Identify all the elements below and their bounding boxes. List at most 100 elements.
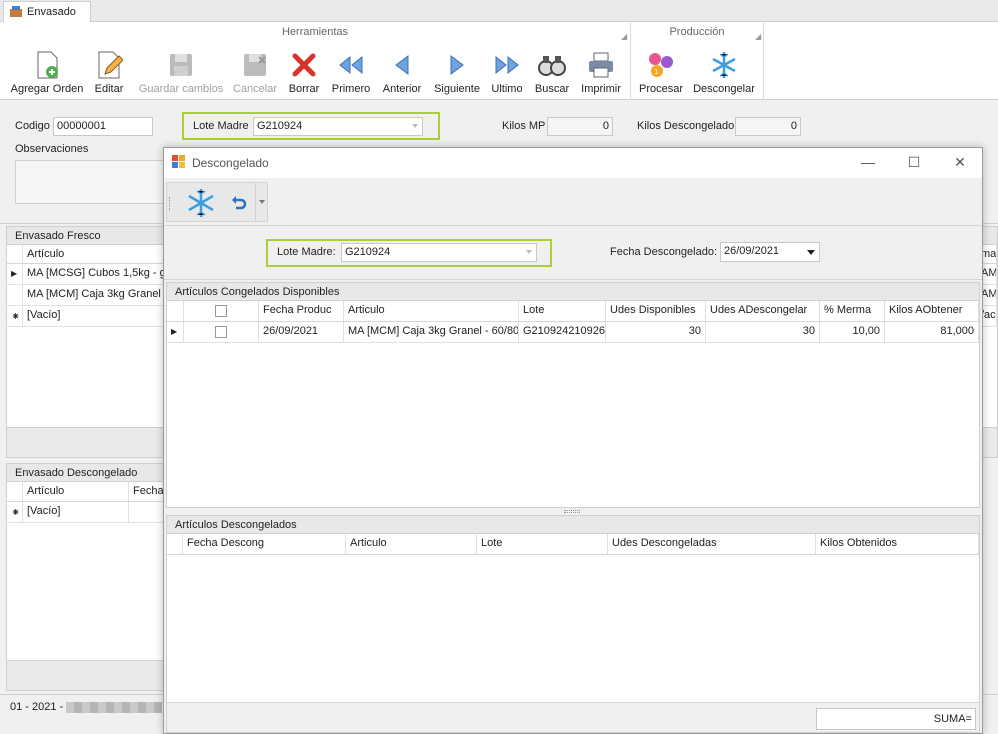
col-fecha-produc[interactable]: Fecha Produc	[259, 301, 344, 321]
previous-button[interactable]: Anterior	[378, 44, 426, 98]
snowflake-icon	[708, 49, 740, 81]
cell-articulo: MA [MCM] Caja 3kg Granel - 60/80	[344, 322, 519, 342]
chevron-down-icon[interactable]	[807, 250, 815, 255]
first-label: Primero	[331, 83, 371, 95]
col-udes-descongeladas[interactable]: Udes Descongeladas	[608, 534, 816, 554]
thawed-col-articulo[interactable]: Artículo	[23, 482, 129, 501]
col-udes-disponibles[interactable]: Udes Disponibles	[606, 301, 706, 321]
process-label: Procesar	[638, 83, 684, 95]
row-pointer-icon: ▶	[7, 264, 23, 284]
undo-button[interactable]	[229, 193, 247, 214]
col-kilos-aobtener[interactable]: Kilos AObtener	[885, 301, 979, 321]
available-panel-title: Artículos Congelados Disponibles	[167, 283, 979, 301]
new-row[interactable]: ⁕ [Vacío]	[7, 502, 165, 523]
splitter-grip[interactable]	[564, 510, 580, 513]
lote-madre-value: G210924	[257, 120, 303, 132]
chevron-down-icon[interactable]	[526, 250, 532, 254]
observaciones-field[interactable]	[15, 160, 165, 204]
cancel-save-icon	[239, 49, 271, 81]
status-text: 01 - 2021 -	[10, 701, 64, 713]
dialog-lote-value: G210924	[345, 246, 391, 258]
col-lote[interactable]: Lote	[477, 534, 608, 554]
edit-button[interactable]: Editar	[88, 44, 130, 98]
chevron-down-icon[interactable]	[412, 124, 418, 128]
last-label: Ultimo	[491, 83, 523, 95]
fresh-col-articulo[interactable]: Artículo	[23, 245, 183, 263]
fecha-descongelado-picker[interactable]: 26/09/2021	[720, 242, 820, 262]
descongelado-dialog: Descongelado — ☐ ✕ Lote Madre: G210924 F…	[163, 147, 983, 734]
toolbar-grip[interactable]	[169, 197, 171, 211]
dialog-lote-label: Lote Madre:	[277, 246, 336, 258]
col-merma[interactable]: % Merma	[820, 301, 885, 321]
printer-icon	[585, 49, 617, 81]
minimize-icon[interactable]: —	[858, 154, 878, 172]
delete-label: Borrar	[288, 83, 320, 95]
first-button[interactable]: Primero	[328, 44, 374, 98]
process-button[interactable]: 1 Procesar	[636, 44, 686, 98]
print-button[interactable]: Imprimir	[578, 44, 624, 98]
add-order-label: Agregar Orden	[10, 83, 84, 95]
select-all-checkbox[interactable]	[184, 301, 259, 321]
col-articulo[interactable]: Articulo	[344, 301, 519, 321]
row-indicator	[7, 285, 23, 305]
dialog-toolbar-area	[164, 178, 982, 224]
double-right-arrow-icon	[491, 49, 523, 81]
cancel-button[interactable]: Cancelar	[230, 44, 280, 98]
group-title-herramientas: Herramientas	[281, 26, 349, 38]
delete-button[interactable]: Borrar	[284, 44, 324, 98]
undo-icon	[232, 196, 247, 210]
search-label: Buscar	[534, 83, 570, 95]
fecha-descongelado-label: Fecha Descongelado:	[610, 246, 718, 258]
lote-madre-combo[interactable]: G210924	[253, 117, 423, 136]
thawed-articles-header: Fecha Descong Articulo Lote Udes Descong…	[167, 534, 979, 555]
print-label: Imprimir	[581, 83, 621, 95]
suma-field: SUMA=	[816, 708, 976, 730]
cell-udes-adescongelar[interactable]: 30	[706, 322, 820, 342]
save-button[interactable]: Guardar cambios	[136, 44, 226, 98]
next-button[interactable]: Siguiente	[430, 44, 484, 98]
binoculars-icon	[536, 49, 568, 81]
close-icon[interactable]: ✕	[950, 154, 970, 172]
col-lote[interactable]: Lote	[519, 301, 606, 321]
thawed-panel-title: Envasado Descongelado	[7, 464, 165, 482]
toolbar-overflow-button[interactable]	[255, 183, 268, 221]
kilos-descongelado-field[interactable]: 0	[735, 117, 801, 136]
row-indicator-header	[167, 534, 183, 554]
add-order-button[interactable]: Agregar Orden	[8, 44, 86, 98]
codigo-field[interactable]: 00000001	[53, 117, 153, 136]
group-expand-icon[interactable]: ◢	[755, 32, 761, 41]
edit-label: Editar	[94, 83, 124, 95]
tab-envasado[interactable]: Envasado	[3, 1, 91, 22]
dialog-title: Descongelado	[192, 156, 269, 170]
maximize-icon[interactable]: ☐	[904, 154, 924, 172]
col-articulo[interactable]: Articulo	[346, 534, 477, 554]
row-pointer-icon: ▶	[167, 322, 184, 342]
cell-lote: G210924210926	[519, 322, 606, 342]
row-checkbox[interactable]	[184, 322, 259, 342]
kilos-mp-field[interactable]: 0	[547, 117, 613, 136]
add-document-icon	[31, 49, 63, 81]
kilos-mp-label: Kilos MP	[502, 120, 546, 132]
delete-x-icon	[288, 49, 320, 81]
col-fecha-descong[interactable]: Fecha Descong	[183, 534, 346, 554]
col-kilos-obtenidos[interactable]: Kilos Obtenidos	[816, 534, 979, 554]
thawed-grid-header: Artículo Fecha	[7, 482, 169, 502]
thaw-button[interactable]: Descongelar	[690, 44, 758, 98]
dialog-lote-combo[interactable]: G210924	[341, 243, 537, 262]
thaw-snowflake-button[interactable]	[185, 187, 217, 222]
col-udes-adescongelar[interactable]: Udes ADescongelar	[706, 301, 820, 321]
thawed-row-fecha	[129, 502, 165, 522]
table-row[interactable]: ▶ 26/09/2021 MA [MCM] Caja 3kg Granel - …	[167, 322, 979, 343]
left-arrow-icon	[386, 49, 418, 81]
last-button[interactable]: Ultimo	[488, 44, 526, 98]
group-separator	[763, 22, 764, 100]
thawed-panel: Envasado Descongelado Artículo Fecha ⁕ […	[6, 463, 169, 691]
group-title-produccion: Producción	[669, 26, 725, 38]
process-balls-icon: 1	[645, 49, 677, 81]
redacted-block	[66, 702, 162, 713]
thaw-label: Descongelar	[693, 83, 755, 95]
group-expand-icon[interactable]: ◢	[621, 32, 627, 41]
fecha-descongelado-value: 26/09/2021	[724, 245, 780, 257]
search-button[interactable]: Buscar	[532, 44, 572, 98]
thawed-articles-panel: Artículos Descongelados Fecha Descong Ar…	[166, 515, 980, 733]
